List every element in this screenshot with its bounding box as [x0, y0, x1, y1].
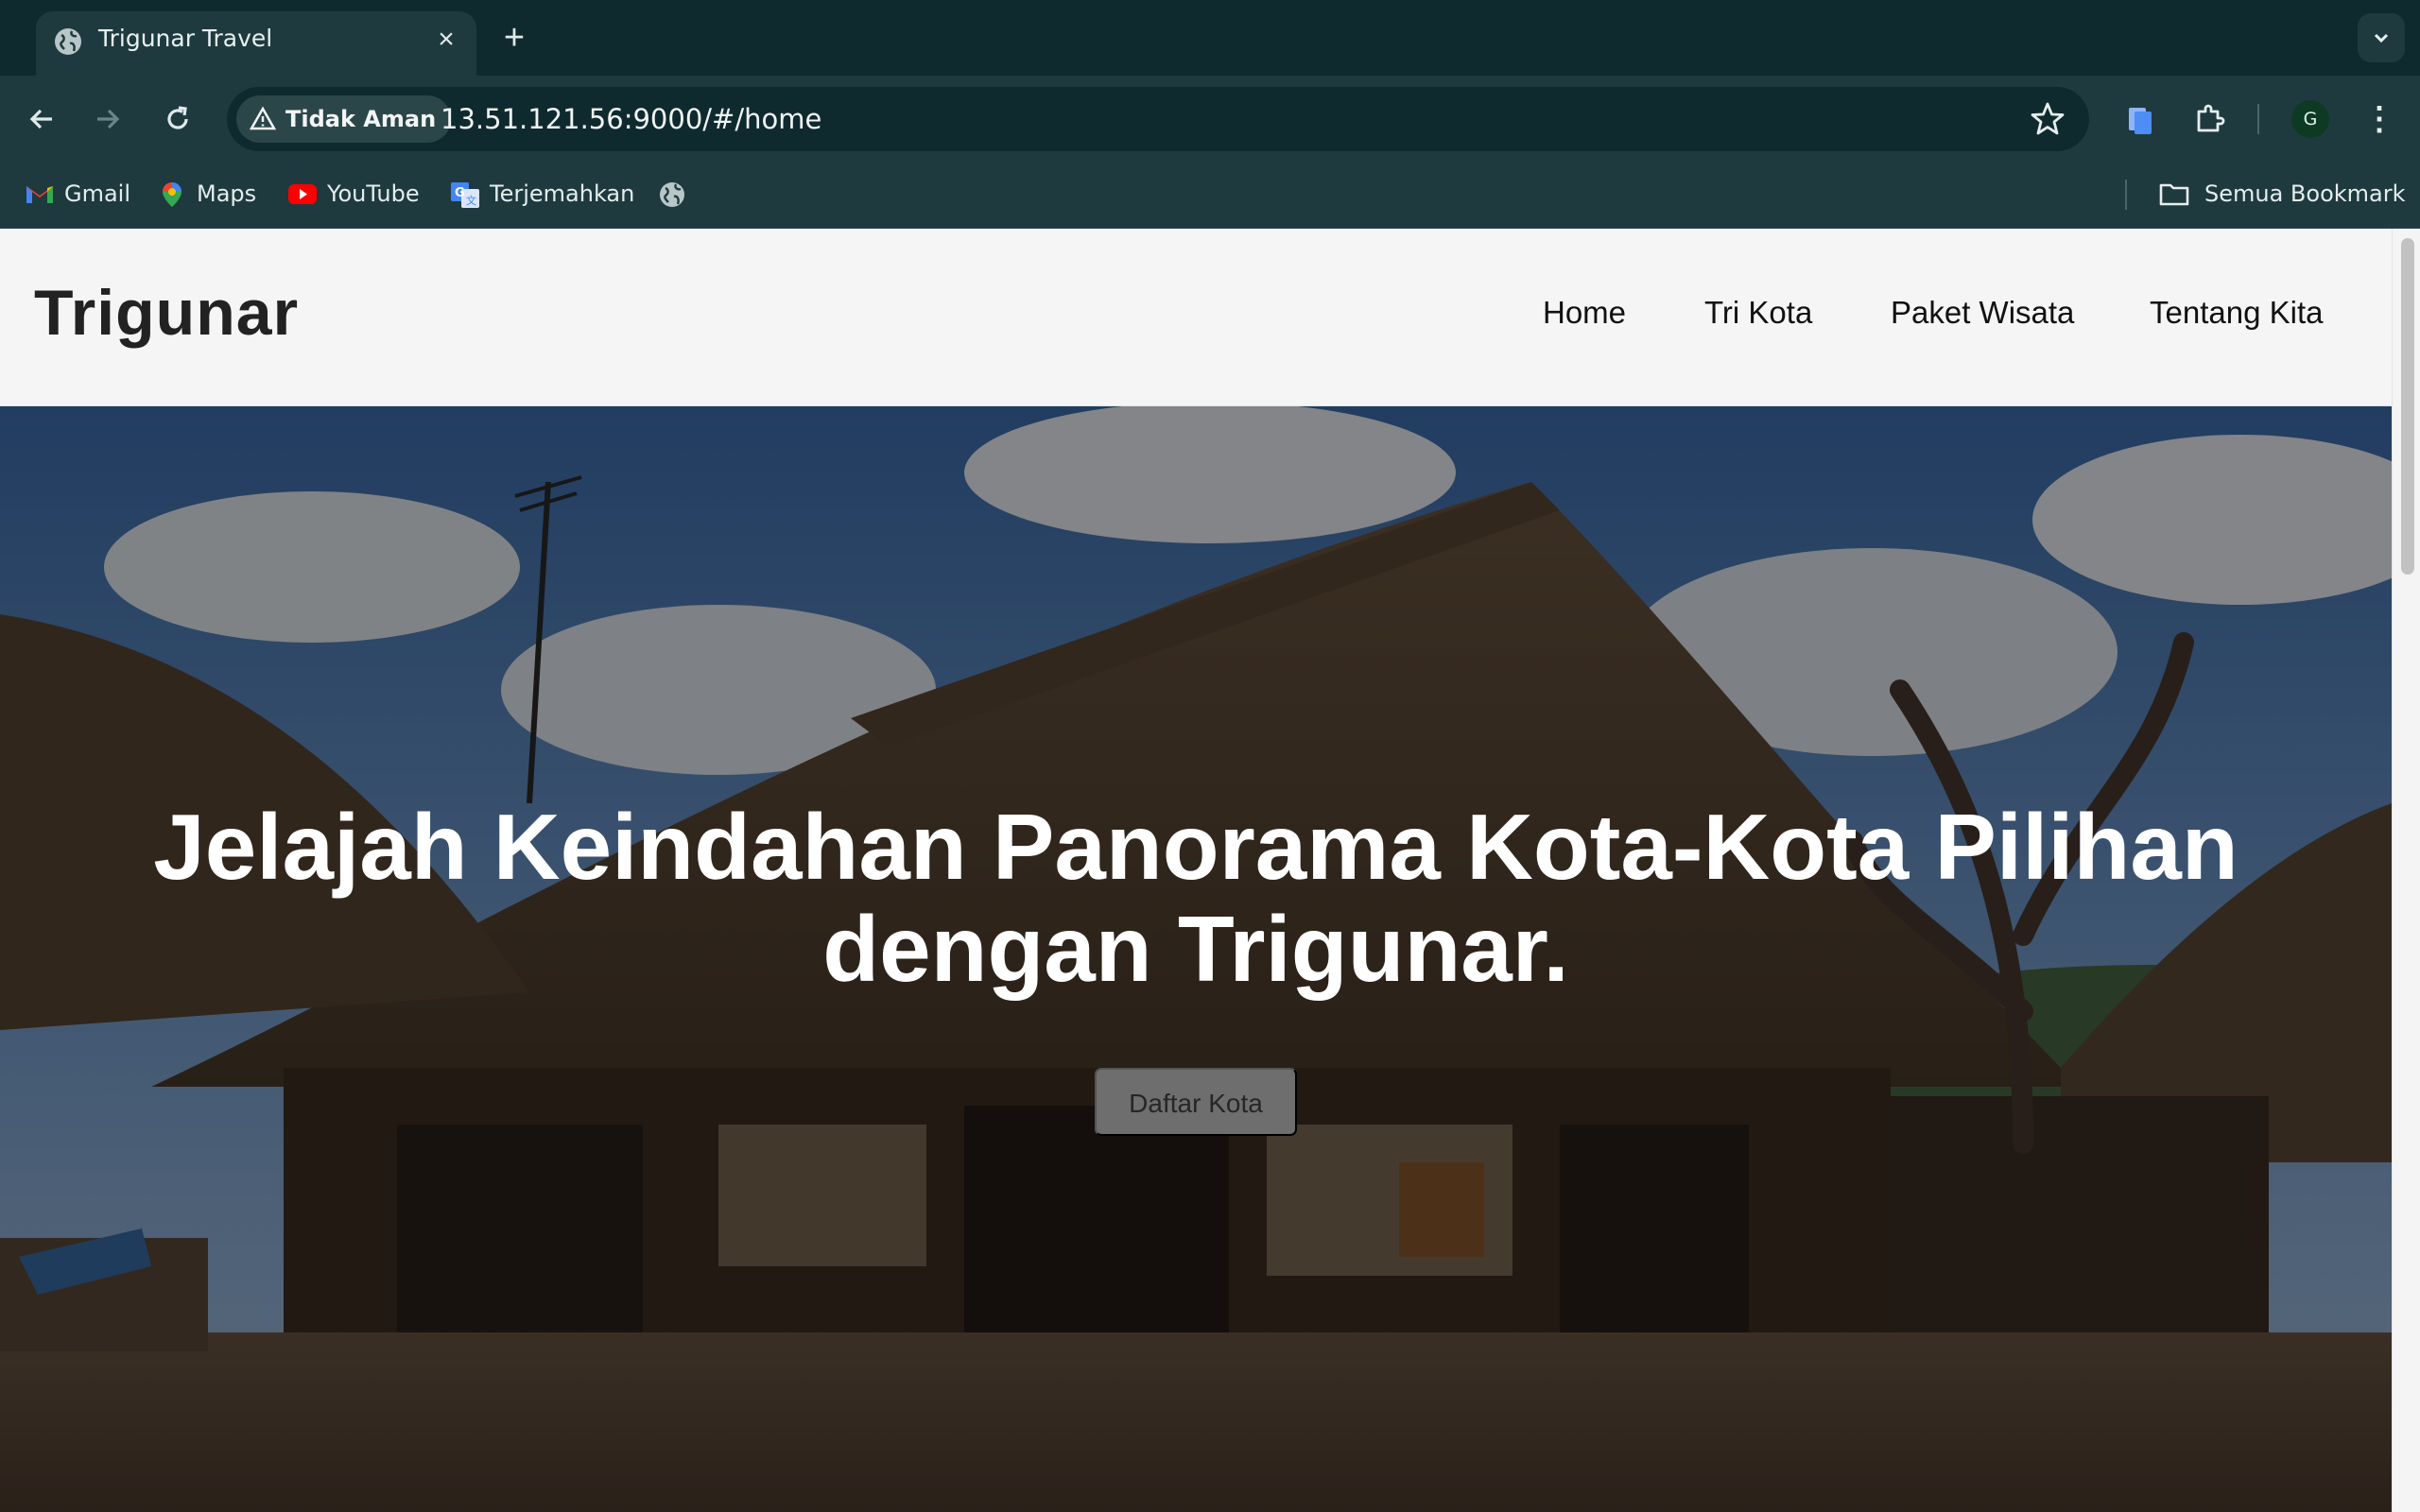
bookmark-star-icon[interactable] [2029, 100, 2066, 138]
warning-icon [250, 106, 276, 130]
folder-icon [2159, 183, 2189, 206]
all-bookmarks-label: Semua Bookmark [2204, 180, 2406, 207]
bookmark-label: YouTube [327, 180, 420, 207]
nav-tentang-kita[interactable]: Tentang Kita [2150, 295, 2323, 331]
new-tab-button[interactable]: + [495, 17, 533, 59]
page-scrollbar[interactable] [2392, 229, 2420, 1512]
nav-tri-kota[interactable]: Tri Kota [1704, 295, 1812, 331]
bookmark-label: Maps [197, 180, 257, 207]
translate-icon: G文 [451, 182, 479, 208]
site-logo[interactable]: Trigunar [34, 276, 299, 350]
tab-strip: Trigunar Travel × + [0, 0, 2420, 76]
reload-button[interactable] [153, 94, 202, 144]
nav-paket-wisata[interactable]: Paket Wisata [1891, 295, 2074, 331]
site-header: Trigunar Home Tri Kota Paket Wisata Tent… [0, 229, 2392, 406]
extension-docs-icon[interactable] [2121, 100, 2159, 138]
hero-section: Jelajah Keindahan Panorama Kota-Kota Pil… [0, 406, 2392, 1512]
hero-title: Jelajah Keindahan Panorama Kota-Kota Pil… [153, 795, 2238, 1001]
forward-button[interactable] [83, 94, 132, 144]
extensions-puzzle-icon[interactable] [2191, 100, 2229, 138]
security-chip[interactable]: Tidak Aman [236, 95, 452, 143]
svg-text:G: G [455, 186, 465, 200]
daftar-kota-button[interactable]: Daftar Kota [1095, 1068, 1297, 1136]
globe-icon [660, 182, 684, 207]
url-text[interactable]: 13.51.121.56:9000/#/home [441, 87, 821, 151]
maps-icon [163, 182, 182, 207]
bookmark-label: Gmail [64, 180, 131, 207]
tab-title: Trigunar Travel [98, 25, 273, 52]
bookmark-label: Terjemahkan [490, 180, 635, 207]
profile-avatar[interactable]: G [2291, 100, 2329, 138]
more-menu-icon[interactable]: ⋮ [2363, 100, 2395, 138]
gmail-icon [26, 186, 53, 203]
globe-icon [55, 28, 81, 55]
nav-home[interactable]: Home [1543, 295, 1626, 331]
svg-text:文: 文 [466, 194, 476, 207]
youtube-icon [288, 184, 317, 204]
bookmarks-bar: Gmail Maps YouTube G文 Terjemahkan Semua … [0, 163, 2420, 229]
security-label: Tidak Aman [285, 106, 437, 132]
address-bar[interactable]: Tidak Aman 13.51.121.56:9000/#/home [227, 87, 2089, 151]
scrollbar-thumb[interactable] [2401, 238, 2414, 575]
bookmarks-divider [2125, 180, 2127, 210]
back-button[interactable] [17, 94, 66, 144]
browser-toolbar: Tidak Aman 13.51.121.56:9000/#/home G ⋮ [0, 76, 2420, 163]
tab-search-chevron-icon[interactable] [2358, 13, 2405, 62]
browser-tab[interactable]: Trigunar Travel × [36, 11, 476, 76]
toolbar-divider [2257, 104, 2259, 134]
page-viewport: Trigunar Home Tri Kota Paket Wisata Tent… [0, 229, 2420, 1512]
close-tab-icon[interactable]: × [427, 21, 465, 59]
